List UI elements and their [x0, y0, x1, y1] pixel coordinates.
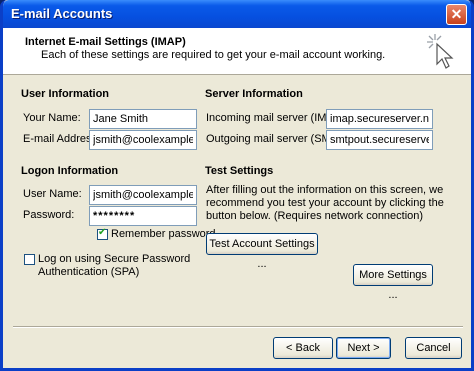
your-name-field[interactable]	[89, 109, 197, 129]
footer-divider	[13, 326, 463, 328]
email-accounts-dialog: E-mail Accounts ✕ Internet E-mail Settin…	[0, 0, 474, 371]
spa-label-line1: Log on using Secure Password	[38, 253, 191, 265]
wizard-header: Internet E-mail Settings (IMAP) Each of …	[3, 28, 471, 75]
password-field[interactable]	[89, 206, 197, 226]
cancel-button[interactable]: Cancel	[405, 337, 462, 359]
remember-password-label: Remember password	[111, 228, 216, 240]
test-settings-description-1: After filling out the information on thi…	[206, 184, 444, 196]
spa-checkbox[interactable]	[24, 254, 35, 265]
more-settings-button[interactable]: More Settings ...	[353, 264, 433, 301]
spa-label-line2: Authentication (SPA)	[38, 266, 140, 278]
user-info-heading: User Information	[21, 88, 110, 100]
test-settings-heading: Test Settings	[205, 165, 274, 177]
email-address-field[interactable]	[89, 130, 197, 150]
back-button[interactable]: < Back	[273, 337, 333, 359]
incoming-server-field[interactable]	[326, 109, 433, 129]
logon-info-heading: Logon Information	[21, 165, 119, 177]
server-info-heading: Server Information	[205, 88, 303, 100]
test-account-settings-button[interactable]: Test Account Settings ...	[206, 233, 318, 270]
password-label: Password:	[23, 209, 75, 221]
remember-password-checkbox[interactable]	[97, 227, 108, 240]
test-settings-description-3: button below. (Requires network connecti…	[206, 210, 424, 222]
close-icon[interactable]: ✕	[446, 4, 467, 25]
header-subtitle: Each of these settings are required to g…	[41, 49, 386, 61]
user-name-field[interactable]	[89, 185, 197, 205]
title-bar[interactable]: E-mail Accounts ✕	[3, 0, 471, 28]
wizard-cursor-icon	[427, 34, 454, 69]
next-button[interactable]: Next >	[336, 337, 391, 359]
outgoing-server-field[interactable]	[326, 130, 433, 150]
user-name-label: User Name:	[23, 188, 82, 200]
test-settings-description-2: recommend you test your account by click…	[206, 197, 444, 209]
window-title: E-mail Accounts	[11, 6, 113, 21]
your-name-label: Your Name:	[23, 112, 81, 124]
header-title: Internet E-mail Settings (IMAP)	[25, 36, 186, 48]
